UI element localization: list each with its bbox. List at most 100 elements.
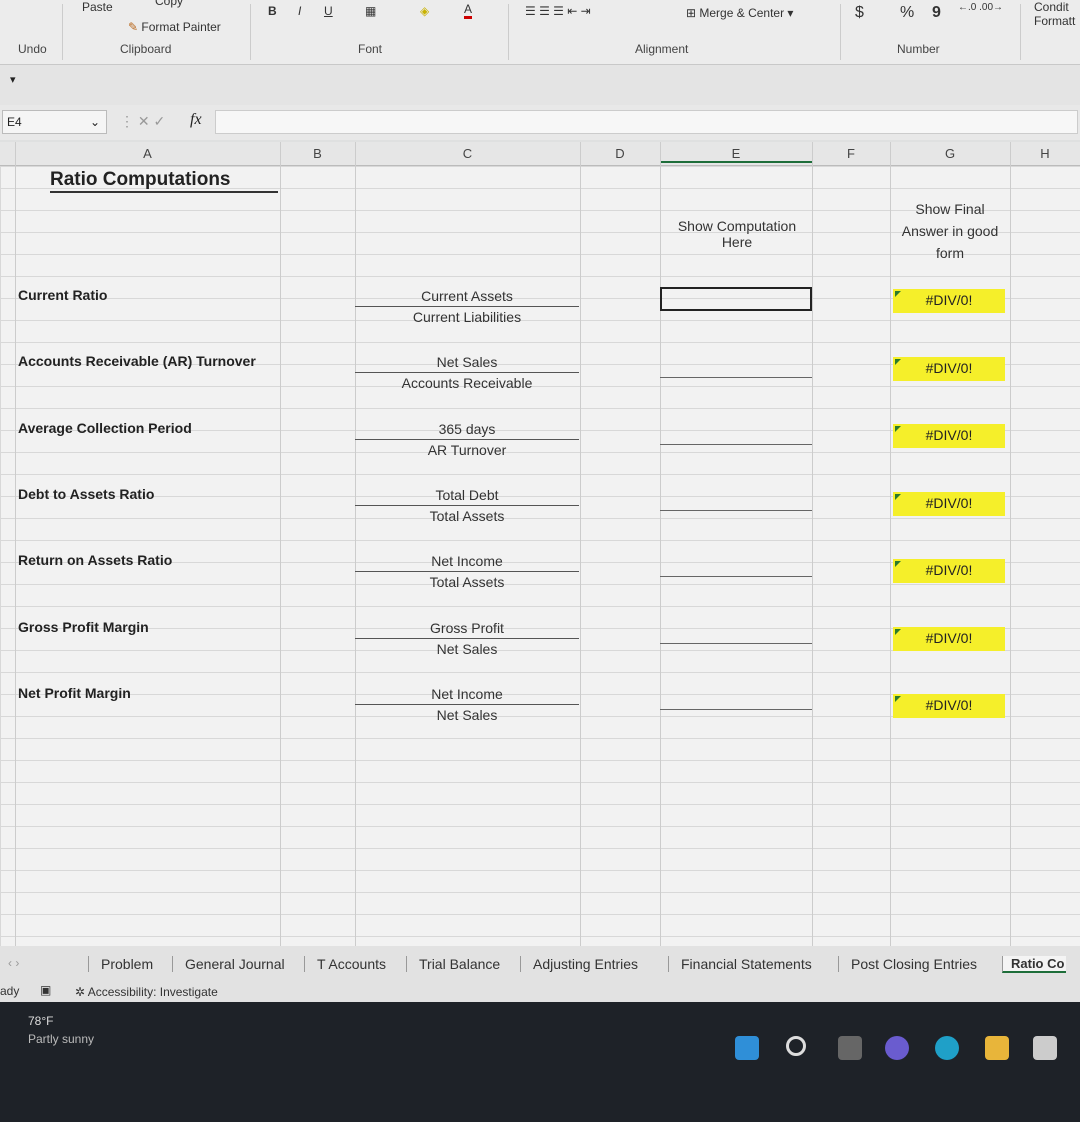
- divider: [250, 4, 251, 60]
- conditional-label: Condit: [1034, 0, 1069, 14]
- sheet-tabs: ‹ › Problem General Journal T Accounts Tria…: [0, 946, 1080, 980]
- store-icon[interactable]: [1033, 1036, 1057, 1060]
- comma-button[interactable]: 9: [932, 4, 941, 22]
- cancel-check-icons[interactable]: ⋮ ✕ ✓: [120, 113, 165, 130]
- start-icon[interactable]: [735, 1036, 759, 1060]
- accessibility-icon: ✲: [75, 985, 86, 999]
- column-header-d[interactable]: D: [580, 146, 660, 161]
- format-painter-label: Format Painter: [141, 20, 221, 34]
- column-header-b[interactable]: B: [280, 146, 355, 161]
- align-icons[interactable]: ☰ ☰ ☰ ⇤ ⇥: [525, 4, 591, 18]
- ratio-label: Accounts Receivable (AR) Turnover: [18, 353, 256, 370]
- fx-icon[interactable]: fx: [190, 111, 202, 129]
- column-header-a[interactable]: A: [15, 146, 280, 161]
- tab-general-journal[interactable]: General Journal: [172, 956, 285, 972]
- underline-button[interactable]: U: [324, 4, 333, 18]
- borders-icon[interactable]: ▦: [365, 4, 376, 18]
- ribbon: Paste Copy ✎ Format Painter B I U ▦ ◈ A …: [0, 0, 1080, 65]
- formula-input[interactable]: [215, 110, 1078, 134]
- conditional-formatting-button[interactable]: Condit Formatt: [1034, 0, 1075, 28]
- result-cell[interactable]: #DIV/0!: [893, 559, 1005, 583]
- file-explorer-icon[interactable]: [985, 1036, 1009, 1060]
- italic-button[interactable]: I: [298, 4, 301, 18]
- numerator: Total Debt: [355, 487, 579, 506]
- ratio-formula: Net Income Total Assets: [355, 553, 579, 590]
- accessibility-label: Accessibility: Investigate: [87, 985, 218, 999]
- column-header-f[interactable]: F: [812, 146, 890, 161]
- tab-t-accounts[interactable]: T Accounts: [304, 956, 386, 972]
- currency-button[interactable]: $: [855, 4, 864, 22]
- copy-button[interactable]: Copy: [155, 0, 183, 8]
- numerator: Net Income: [355, 686, 579, 705]
- merge-center-button[interactable]: ⊞ Merge & Center ▾: [686, 6, 793, 20]
- computation-cell[interactable]: [660, 576, 812, 578]
- sheet-title: Ratio Computations: [50, 169, 278, 193]
- decimal-icons[interactable]: ←.0 .00→: [958, 2, 1003, 13]
- column-header-e[interactable]: E: [660, 146, 812, 163]
- header-show-computation: Show Computation Here: [677, 218, 797, 250]
- divider: [508, 4, 509, 60]
- computation-cell[interactable]: [660, 509, 812, 511]
- accessibility-status[interactable]: ✲ Accessibility: Investigate: [75, 985, 218, 999]
- status-ready: ady: [0, 984, 20, 998]
- number-group-label: Number: [897, 42, 940, 56]
- weather-desc[interactable]: Partly sunny: [28, 1032, 94, 1046]
- result-cell[interactable]: #DIV/0!: [893, 491, 1005, 516]
- quick-access-bar: ▾: [0, 65, 1080, 105]
- result-cell[interactable]: #DIV/0!: [893, 424, 1005, 448]
- font-color-icon[interactable]: A: [464, 2, 473, 19]
- customize-icon[interactable]: ▾: [10, 73, 16, 86]
- ratio-formula: Net Income Net Sales: [355, 686, 579, 723]
- taskbar: 78°F Partly sunny: [0, 1002, 1080, 1122]
- font-group-label: Font: [358, 42, 383, 56]
- tab-adjusting-entries[interactable]: Adjusting Entries: [520, 956, 638, 972]
- ratio-label: Net Profit Margin: [18, 684, 131, 701]
- column-header-h[interactable]: H: [1010, 146, 1080, 161]
- column-header-g[interactable]: G: [890, 146, 1010, 161]
- column-header-c[interactable]: C: [355, 146, 580, 161]
- divider: [62, 4, 63, 60]
- formatting-label: Formatt: [1034, 14, 1076, 28]
- weather-temp[interactable]: 78°F: [28, 1014, 53, 1028]
- search-icon[interactable]: [786, 1036, 806, 1056]
- undo-group-label: Undo: [18, 42, 47, 56]
- result-cell[interactable]: #DIV/0!: [893, 694, 1005, 718]
- tab-financial-statements[interactable]: Financial Statements: [668, 956, 812, 972]
- tab-post-closing-entries[interactable]: Post Closing Entries: [838, 956, 977, 972]
- denominator: Total Assets: [429, 574, 505, 591]
- tab-ratio-co[interactable]: Ratio Co: [1002, 956, 1067, 973]
- selected-cell-e4[interactable]: [660, 287, 812, 311]
- macro-icon[interactable]: ▣: [40, 983, 51, 997]
- bold-button[interactable]: B: [268, 4, 277, 18]
- task-view-icon[interactable]: [838, 1036, 862, 1060]
- clipboard-group-label: Clipboard: [120, 42, 172, 56]
- result-cell[interactable]: #DIV/0!: [893, 356, 1005, 381]
- formula-bar: E4 ⌄ ⋮ ✕ ✓ fx: [0, 105, 1080, 140]
- numerator: 365 days: [355, 421, 579, 440]
- fill-color-icon[interactable]: ◈: [420, 4, 429, 18]
- denominator: Total Assets: [429, 507, 505, 524]
- tab-scroll-arrows[interactable]: ‹ ›: [8, 956, 19, 970]
- computation-cell[interactable]: [660, 377, 812, 379]
- divider: [840, 4, 841, 60]
- denominator: Accounts Receivable: [401, 375, 533, 392]
- name-box[interactable]: E4 ⌄: [2, 110, 107, 134]
- ratio-label: Return on Assets Ratio: [18, 552, 173, 569]
- computation-cell[interactable]: [660, 642, 812, 644]
- edge-icon[interactable]: [935, 1036, 959, 1060]
- tab-trial-balance[interactable]: Trial Balance: [406, 956, 500, 972]
- format-painter-button[interactable]: ✎ Format Painter: [128, 20, 221, 34]
- paste-button[interactable]: Paste: [82, 0, 113, 14]
- teams-icon[interactable]: [885, 1036, 909, 1060]
- chevron-down-icon: ⌄: [89, 115, 100, 129]
- alignment-group-label: Alignment: [635, 42, 689, 56]
- percent-button[interactable]: %: [900, 4, 914, 22]
- ratio-label: Gross Profit Margin: [18, 618, 149, 635]
- result-cell[interactable]: #DIV/0!: [893, 289, 1005, 313]
- computation-cell[interactable]: [660, 443, 812, 445]
- result-cell[interactable]: #DIV/0!: [893, 626, 1005, 651]
- computation-cell[interactable]: [660, 708, 812, 710]
- denominator: AR Turnover: [427, 441, 507, 458]
- denominator: Net Sales: [436, 640, 498, 657]
- tab-problem[interactable]: Problem: [88, 956, 153, 972]
